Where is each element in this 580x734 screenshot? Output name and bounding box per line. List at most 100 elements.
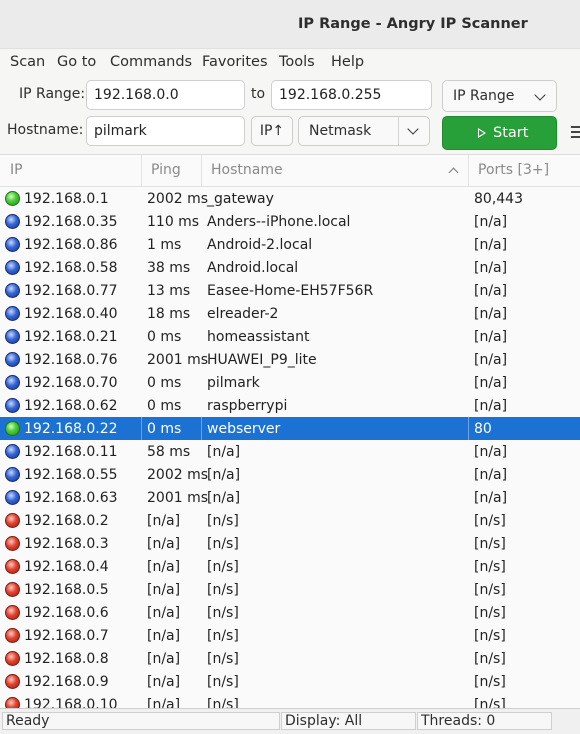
feeder-select[interactable]: IP Range: [442, 80, 557, 112]
column-header-ping[interactable]: Ping: [151, 162, 181, 178]
column-header-ports[interactable]: Ports [3+]: [478, 162, 549, 178]
hostname-label: Hostname:: [7, 122, 84, 138]
cell-ports: [n/s]: [474, 513, 506, 529]
table-row[interactable]: 192.168.0.2 [n/a] [n/s] [n/s]: [0, 509, 580, 532]
cell-hostname: homeassistant: [207, 329, 310, 345]
cell-ip: 192.168.0.21: [24, 329, 118, 345]
table-row[interactable]: 192.168.0.40 18 ms elreader-2 [n/a]: [0, 302, 580, 325]
column-header-hostname[interactable]: Hostname: [211, 162, 283, 178]
cell-hostname: [n/s]: [207, 513, 239, 529]
cell-ping: [n/a]: [147, 697, 181, 708]
table-row[interactable]: 192.168.0.9 [n/a] [n/s] [n/s]: [0, 670, 580, 693]
cell-ping: 2001 ms: [147, 352, 209, 368]
cell-ports: [n/a]: [474, 237, 508, 253]
ip-range-label: IP Range:: [19, 86, 86, 102]
ip-lookup-button[interactable]: IP↑: [251, 116, 293, 146]
cell-hostname: [n/s]: [207, 536, 239, 552]
title-bar: IP Range - Angry IP Scanner: [0, 0, 580, 48]
range-end-input[interactable]: 192.168.0.255: [271, 80, 432, 110]
results-table: 192.168.0.1 2002 ms _gateway 80,443 192.168.…: [0, 187, 580, 708]
table-row[interactable]: 192.168.0.4 [n/a] [n/s] [n/s]: [0, 555, 580, 578]
table-row[interactable]: 192.168.0.3 [n/a] [n/s] [n/s]: [0, 532, 580, 555]
cell-ports: [n/s]: [474, 674, 506, 690]
table-row[interactable]: 192.168.0.8 [n/a] [n/s] [n/s]: [0, 647, 580, 670]
menu-help[interactable]: Help: [331, 54, 364, 70]
table-row[interactable]: 192.168.0.62 0 ms raspberrypi [n/a]: [0, 394, 580, 417]
table-row[interactable]: 192.168.0.63 2001 ms [n/a] [n/a]: [0, 486, 580, 509]
chevron-down-icon: [407, 123, 419, 135]
cell-ping: 0 ms: [147, 398, 182, 414]
table-row[interactable]: 192.168.0.1 2002 ms _gateway 80,443: [0, 187, 580, 210]
hostname-input[interactable]: pilmark: [86, 116, 245, 146]
table-header: IP Ping Hostname Ports [3+]: [0, 155, 580, 187]
cell-ip: 192.168.0.58: [24, 260, 118, 276]
feeder-select-value: IP Range: [453, 88, 515, 104]
status-blue-icon: [5, 490, 20, 505]
cell-ip: 192.168.0.55: [24, 467, 118, 483]
hamburger-menu-icon[interactable]: [571, 126, 580, 138]
cell-ping: [n/a]: [147, 559, 181, 575]
table-row[interactable]: 192.168.0.70 0 ms pilmark [n/a]: [0, 371, 580, 394]
column-divider[interactable]: [201, 155, 202, 186]
column-divider: [468, 417, 469, 440]
start-button[interactable]: Start: [442, 116, 557, 150]
netmask-select-value: Netmask: [309, 123, 372, 139]
status-red-icon: [5, 651, 20, 666]
status-blue-icon: [5, 283, 20, 298]
cell-ip: 192.168.0.8: [24, 651, 109, 667]
cell-ports: [n/s]: [474, 605, 506, 621]
cell-hostname: Android-2.local: [207, 237, 313, 253]
range-start-input[interactable]: 192.168.0.0: [86, 80, 245, 110]
menu-scan[interactable]: Scan: [10, 54, 45, 70]
cell-ping: [n/a]: [147, 628, 181, 644]
cell-ip: 192.168.0.86: [24, 237, 118, 253]
table-row[interactable]: 192.168.0.55 2002 ms [n/a] [n/a]: [0, 463, 580, 486]
status-red-icon: [5, 582, 20, 597]
cell-hostname: [n/a]: [207, 490, 241, 506]
netmask-select[interactable]: Netmask: [298, 116, 430, 146]
cell-ping: 1 ms: [147, 237, 182, 253]
cell-ping: 38 ms: [147, 260, 191, 276]
cell-ports: [n/s]: [474, 628, 506, 644]
status-red-icon: [5, 674, 20, 689]
table-row[interactable]: 192.168.0.11 58 ms [n/a] [n/a]: [0, 440, 580, 463]
menu-bar: Scan Go to Commands Favorites Tools Help: [0, 48, 580, 75]
menu-favorites[interactable]: Favorites: [202, 54, 268, 70]
table-row[interactable]: 192.168.0.35 110 ms Anders--iPhone.local [n…: [0, 210, 580, 233]
table-row[interactable]: 192.168.0.86 1 ms Android-2.local [n/a]: [0, 233, 580, 256]
table-row[interactable]: 192.168.0.77 13 ms Easee-Home-EH57F56R [n/a…: [0, 279, 580, 302]
status-red-icon: [5, 697, 20, 708]
cell-ip: 192.168.0.11: [24, 444, 118, 460]
cell-ping: 18 ms: [147, 306, 191, 322]
status-red-icon: [5, 536, 20, 551]
cell-ports: [n/a]: [474, 444, 508, 460]
cell-ip: 192.168.0.70: [24, 375, 118, 391]
cell-ip: 192.168.0.22: [24, 421, 118, 437]
menu-commands[interactable]: Commands: [110, 54, 192, 70]
cell-hostname: [n/s]: [207, 628, 239, 644]
menu-goto[interactable]: Go to: [57, 54, 96, 70]
table-row[interactable]: 192.168.0.58 38 ms Android.local [n/a]: [0, 256, 580, 279]
column-divider[interactable]: [468, 155, 469, 186]
window-title: IP Range - Angry IP Scanner: [298, 16, 528, 32]
table-row[interactable]: 192.168.0.10 [n/a] [n/s] [n/s]: [0, 693, 580, 708]
menu-tools[interactable]: Tools: [279, 54, 315, 70]
cell-ports: [n/a]: [474, 375, 508, 391]
cell-ip: 192.168.0.10: [24, 697, 118, 708]
table-row[interactable]: 192.168.0.5 [n/a] [n/s] [n/s]: [0, 578, 580, 601]
status-blue-icon: [5, 260, 20, 275]
play-icon: [478, 128, 486, 138]
column-divider[interactable]: [141, 155, 142, 186]
cell-ports: [n/s]: [474, 582, 506, 598]
cell-hostname: [n/a]: [207, 444, 241, 460]
status-red-icon: [5, 605, 20, 620]
cell-hostname: [n/s]: [207, 651, 239, 667]
cell-ping: [n/a]: [147, 582, 181, 598]
table-row[interactable]: 192.168.0.76 2001 ms HUAWEI_P9_lite [n/a]: [0, 348, 580, 371]
table-row[interactable]: 192.168.0.21 0 ms homeassistant [n/a]: [0, 325, 580, 348]
table-row[interactable]: 192.168.0.6 [n/a] [n/s] [n/s]: [0, 601, 580, 624]
table-row[interactable]: 192.168.0.22 0 ms webserver 80: [0, 417, 580, 440]
column-header-ip[interactable]: IP: [10, 162, 23, 178]
chevron-down-icon: [534, 89, 546, 101]
table-row[interactable]: 192.168.0.7 [n/a] [n/s] [n/s]: [0, 624, 580, 647]
